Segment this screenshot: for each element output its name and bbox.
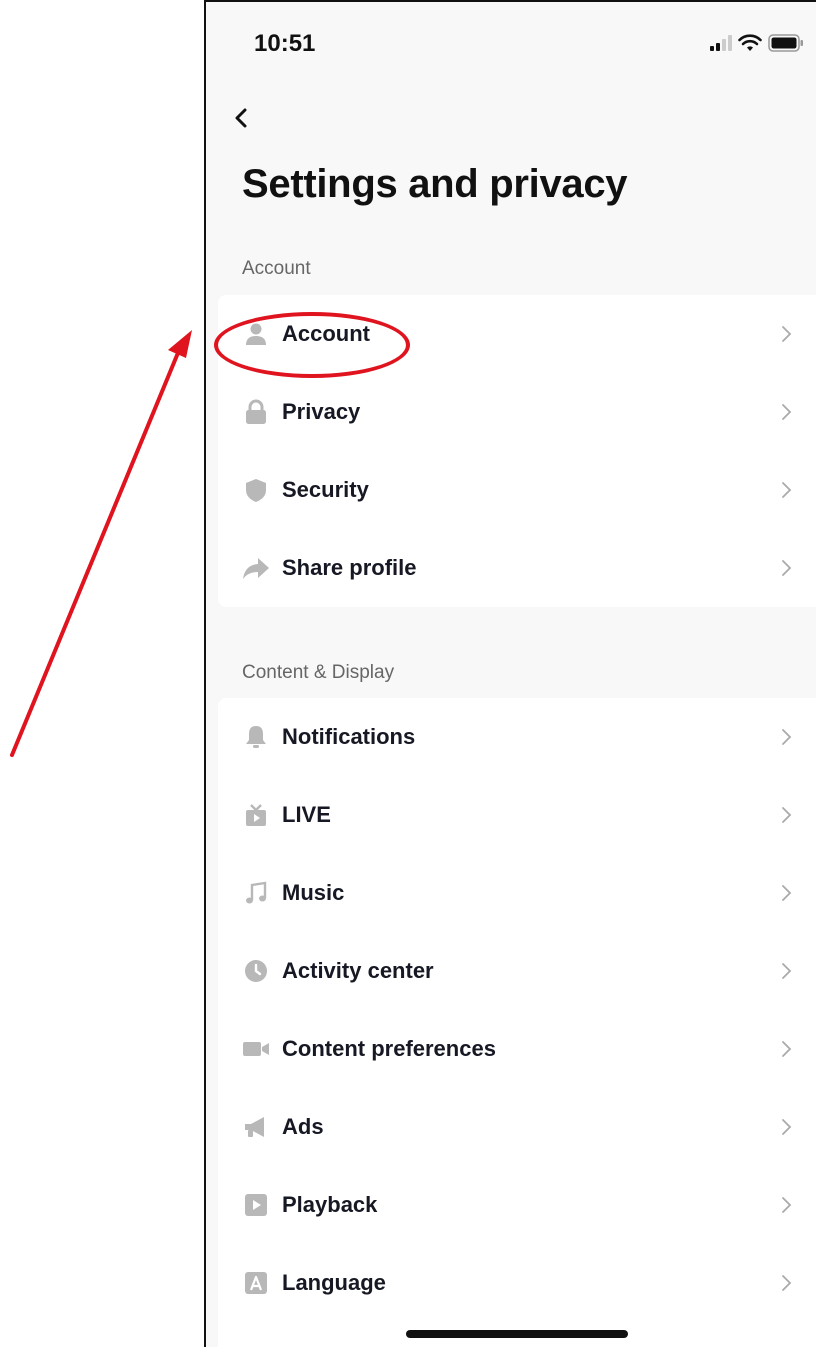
section-header-account: Account xyxy=(242,258,311,279)
settings-item-label: Playback xyxy=(282,1192,378,1217)
share-arrow-icon xyxy=(242,554,270,582)
home-indicator xyxy=(406,1330,628,1338)
play-square-icon xyxy=(242,1191,270,1219)
chevron-right-icon xyxy=(782,807,792,823)
chevron-left-icon xyxy=(235,108,247,128)
chevron-right-icon xyxy=(782,885,792,901)
chevron-right-icon xyxy=(782,326,792,342)
settings-item-share-profile[interactable]: Share profile xyxy=(218,529,816,607)
tv-icon xyxy=(242,801,270,829)
settings-item-activity-center[interactable]: Activity center xyxy=(218,932,816,1010)
content-display-section-card: Notifications LIVE Music Activity center xyxy=(218,698,816,1347)
chevron-right-icon xyxy=(782,482,792,498)
chevron-right-icon xyxy=(782,1275,792,1291)
bell-icon xyxy=(242,723,270,751)
settings-item-content-preferences[interactable]: Content preferences xyxy=(218,1010,816,1088)
battery-icon xyxy=(768,34,803,52)
cellular-signal-icon xyxy=(710,35,732,51)
page-title: Settings and privacy xyxy=(242,162,628,206)
settings-item-label: Privacy xyxy=(282,399,361,424)
chevron-right-icon xyxy=(782,963,792,979)
settings-item-language[interactable]: Language xyxy=(218,1244,816,1322)
chevron-right-icon xyxy=(782,404,792,420)
status-bar: 10:51 xyxy=(206,2,816,82)
settings-item-label: Activity center xyxy=(282,958,434,983)
letter-a-icon xyxy=(242,1269,270,1297)
lock-icon xyxy=(242,398,270,426)
settings-item-music[interactable]: Music xyxy=(218,854,816,932)
settings-item-playback[interactable]: Playback xyxy=(218,1166,816,1244)
wifi-icon xyxy=(738,34,762,51)
status-time: 10:51 xyxy=(254,30,316,57)
annotation-arrow-icon xyxy=(10,330,192,757)
video-camera-icon xyxy=(242,1035,270,1063)
music-note-icon xyxy=(242,879,270,907)
section-header-content-display: Content & Display xyxy=(242,662,395,683)
clock-icon xyxy=(242,957,270,985)
chevron-right-icon xyxy=(782,1197,792,1213)
chevron-right-icon xyxy=(782,729,792,745)
shield-icon xyxy=(242,476,270,504)
settings-item-security[interactable]: Security xyxy=(218,451,816,529)
back-button[interactable] xyxy=(226,98,266,138)
settings-item-ads[interactable]: Ads xyxy=(218,1088,816,1166)
settings-item-label: Share profile xyxy=(282,555,417,580)
status-icons xyxy=(710,34,804,52)
settings-item-label: Notifications xyxy=(282,724,416,749)
chevron-right-icon xyxy=(782,1119,792,1135)
settings-item-live[interactable]: LIVE xyxy=(218,776,816,854)
settings-item-label: Language xyxy=(282,1270,386,1295)
annotation-circle xyxy=(214,312,410,378)
settings-item-label: Content preferences xyxy=(282,1036,496,1061)
chevron-right-icon xyxy=(782,560,792,576)
settings-item-privacy[interactable]: Privacy xyxy=(218,373,816,451)
settings-item-label: Ads xyxy=(282,1114,324,1139)
megaphone-icon xyxy=(242,1113,270,1141)
phone-screen: 10:51 Settings and privacy Account Accou… xyxy=(204,0,816,1347)
chevron-right-icon xyxy=(782,1041,792,1057)
settings-item-label: Music xyxy=(282,880,345,905)
settings-item-label: LIVE xyxy=(282,802,331,827)
settings-item-notifications[interactable]: Notifications xyxy=(218,698,816,776)
settings-item-label: Security xyxy=(282,477,369,502)
